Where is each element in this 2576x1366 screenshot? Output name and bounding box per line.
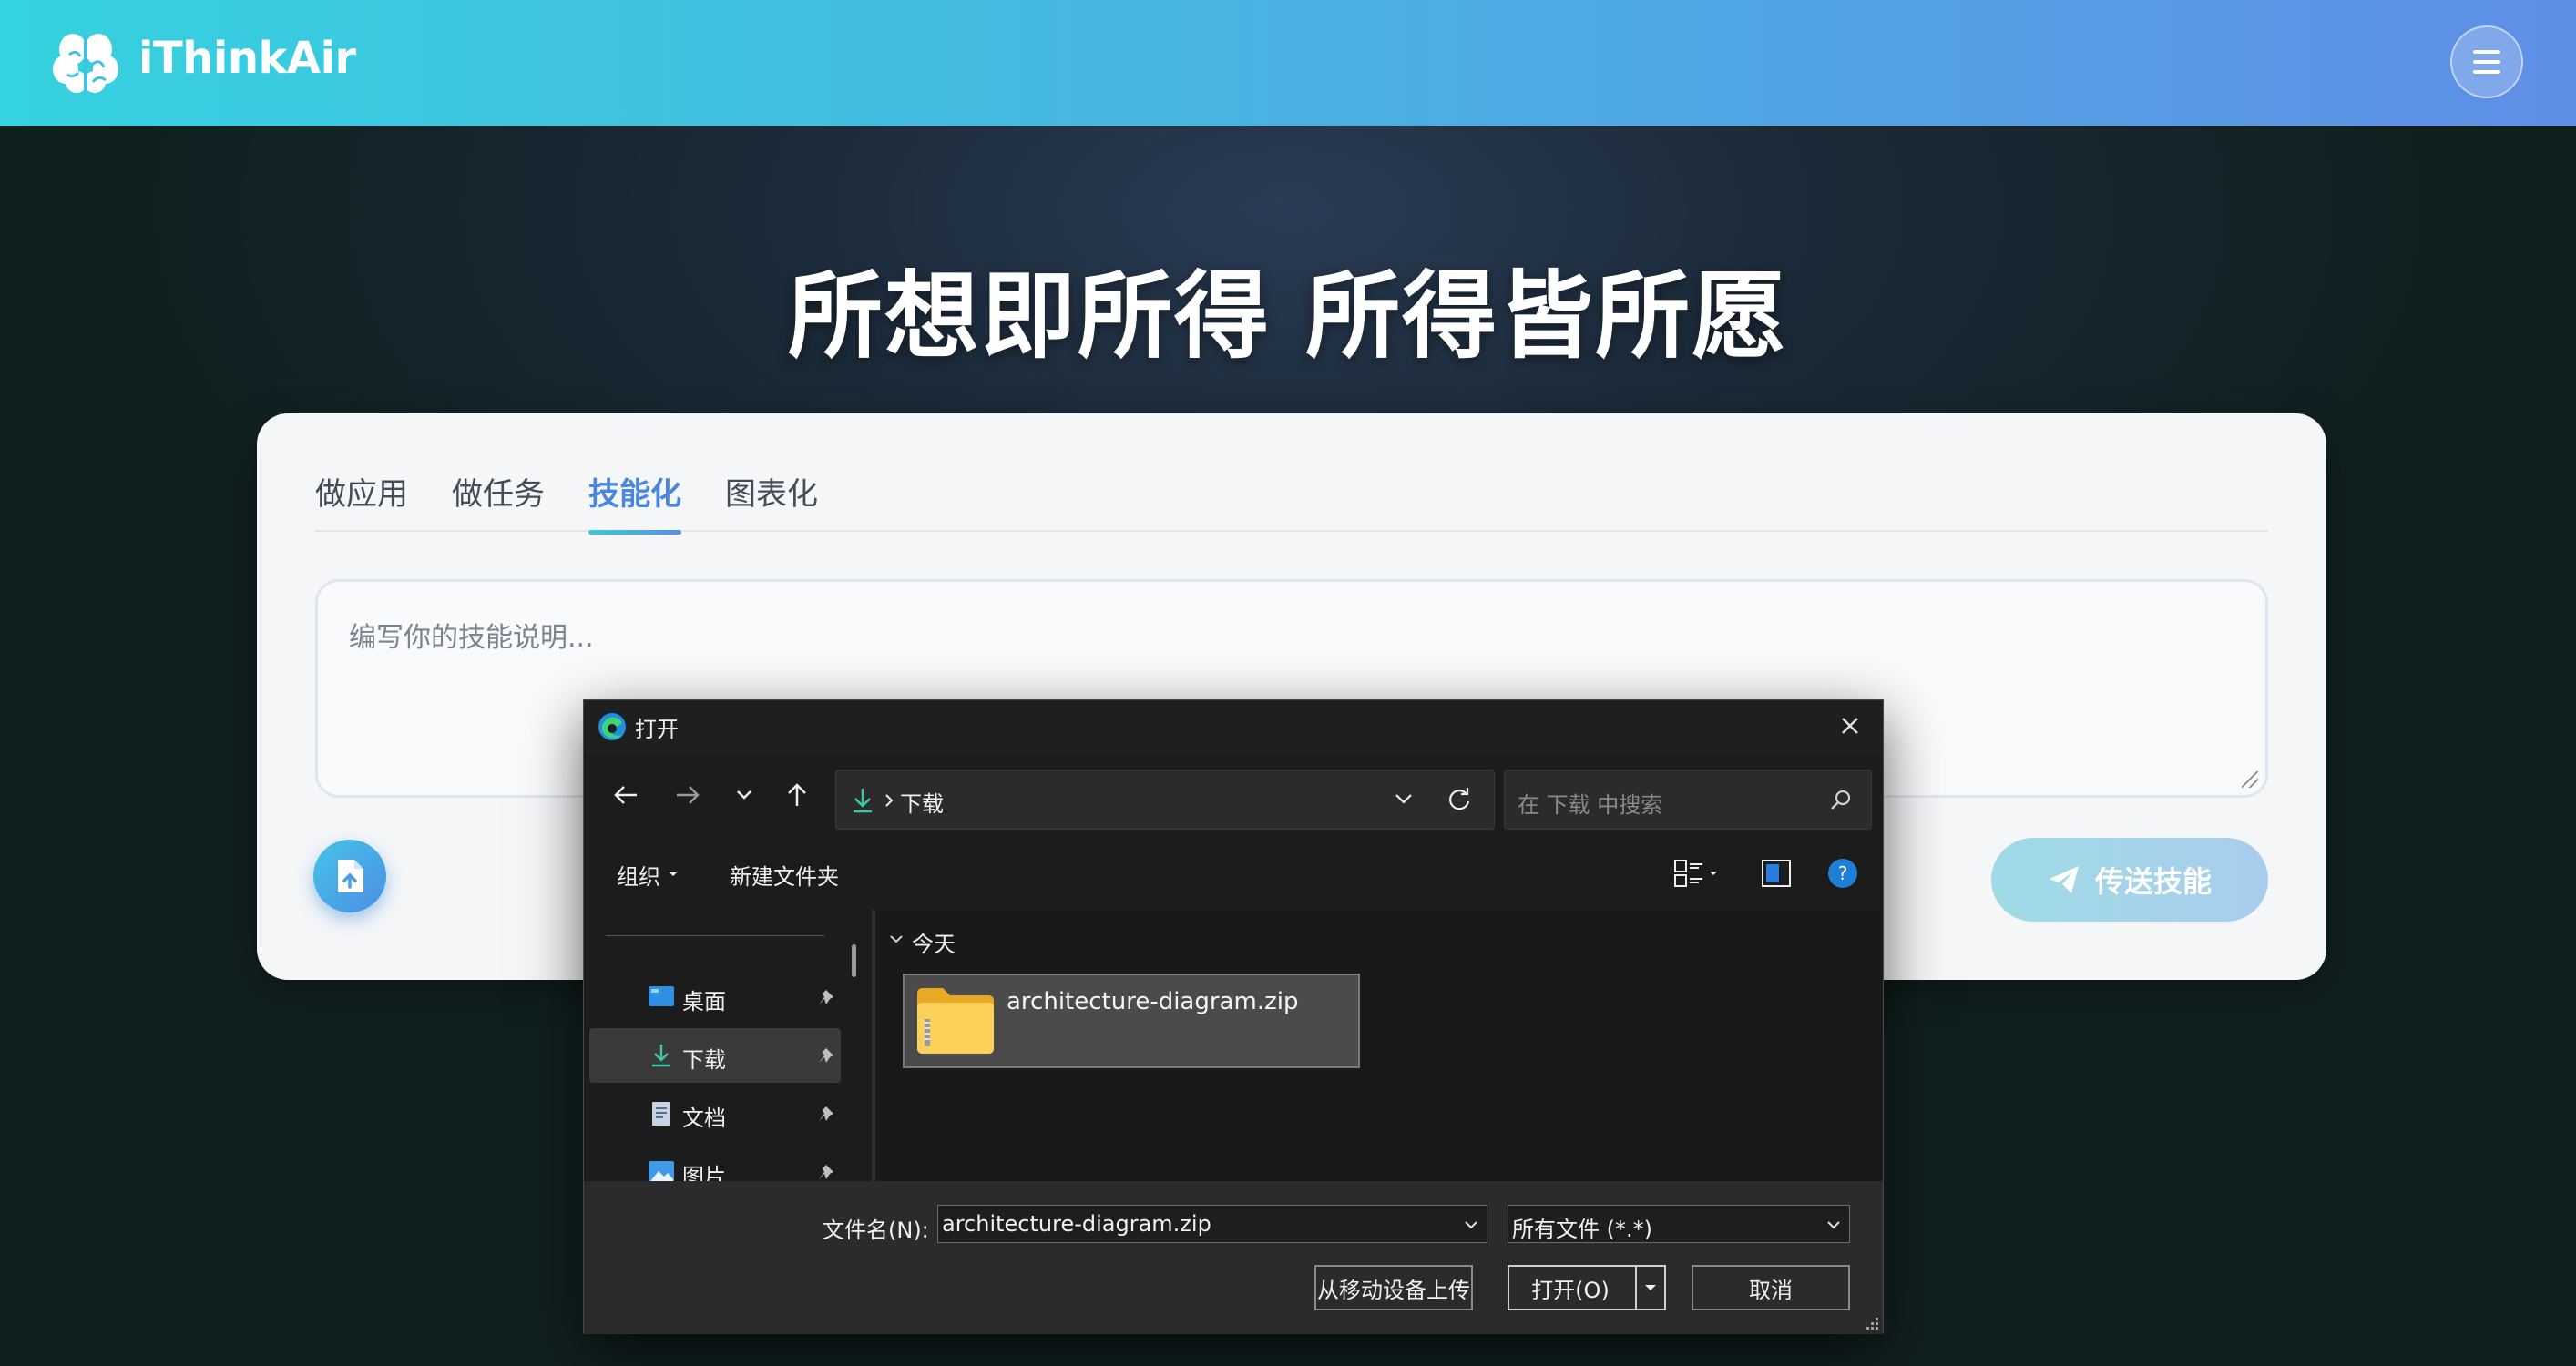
brand-name[interactable]: iThinkAir	[138, 33, 356, 84]
upload-file-button[interactable]	[313, 840, 386, 912]
file-upload-icon	[338, 860, 363, 892]
filename-label: 文件名(N):	[823, 1218, 929, 1243]
search-icon[interactable]	[1829, 789, 1853, 812]
dialog-title-bar[interactable]: 打开	[584, 700, 1883, 753]
document-icon	[652, 1102, 670, 1126]
svg-text:?: ?	[1838, 862, 1848, 884]
cancel-button[interactable]: 取消	[1692, 1265, 1850, 1310]
send-skill-button[interactable]: 传送技能	[1991, 838, 2268, 922]
filetype-select[interactable]: 所有文件 (*.*)	[1508, 1205, 1850, 1243]
edge-browser-icon	[598, 713, 626, 740]
tab-chartify[interactable]: 图表化	[725, 474, 818, 532]
dialog-footer: 文件名(N): architecture-diagram.zip 所有文件 (*…	[584, 1181, 1883, 1334]
organize-dropdown-icon[interactable]	[668, 870, 679, 879]
upload-from-mobile-button[interactable]: 从移动设备上传	[1314, 1265, 1473, 1310]
filename-input[interactable]: architecture-diagram.zip	[937, 1205, 1487, 1243]
help-icon[interactable]: ?	[1826, 857, 1859, 890]
address-bar[interactable]: 下载	[835, 770, 1495, 830]
sidebar-item-downloads[interactable]: 下载	[589, 1028, 841, 1083]
tab-do-task[interactable]: 做任务	[452, 474, 545, 532]
skill-description-placeholder: 编写你的技能说明...	[349, 622, 594, 654]
preview-pane-icon[interactable]	[1761, 859, 1792, 888]
tab-skillify[interactable]: 技能化	[588, 474, 681, 535]
group-header-today[interactable]: 今天	[912, 926, 956, 958]
download-icon	[652, 1045, 670, 1067]
file-open-dialog: 打开 下载 在 下载 中搜索 组织 新建文件夹 ? 桌面 下载 文档 图片 今天…	[583, 699, 1884, 1334]
zip-folder-icon	[917, 988, 994, 1054]
search-placeholder: 在 下载 中搜索	[1518, 792, 1663, 818]
breadcrumb-chevron-icon	[885, 794, 894, 807]
brain-icon[interactable]	[51, 27, 120, 97]
organize-menu-button[interactable]: 组织	[617, 859, 660, 891]
open-button[interactable]: 打开(O)	[1508, 1265, 1666, 1310]
top-bar: iThinkAir	[0, 0, 2576, 126]
navigation-scrollbar[interactable]	[852, 944, 856, 977]
address-current-folder[interactable]: 下载	[900, 786, 944, 818]
search-box[interactable]: 在 下载 中搜索	[1504, 770, 1872, 830]
address-dropdown-chevron-icon[interactable]	[1394, 792, 1414, 807]
forward-arrow-icon[interactable]	[670, 775, 706, 815]
sidebar-item-label: 下载	[682, 1047, 726, 1073]
desktop-icon	[649, 986, 674, 1006]
pin-icon[interactable]	[817, 1163, 835, 1181]
back-arrow-icon[interactable]	[608, 775, 644, 815]
hamburger-menu-icon[interactable]	[2450, 25, 2523, 98]
dialog-title: 打开	[635, 717, 679, 742]
recent-locations-chevron-icon[interactable]	[726, 775, 762, 815]
sidebar-item-label: 桌面	[682, 989, 726, 1014]
open-dropdown-arrow-icon[interactable]	[1635, 1267, 1664, 1309]
filename-dropdown-chevron-icon[interactable]	[1463, 1217, 1479, 1233]
sidebar-item-label: 文档	[682, 1106, 726, 1131]
filetype-dropdown-chevron-icon[interactable]	[1825, 1217, 1842, 1233]
navigation-pane: 桌面 下载 文档 图片	[584, 910, 875, 1189]
hero-title: 所想即所得 所得皆所愿	[787, 260, 1789, 372]
resize-grip-icon[interactable]	[2242, 771, 2258, 788]
command-bar: 组织 新建文件夹 ?	[584, 837, 1883, 910]
up-arrow-icon[interactable]	[779, 775, 815, 815]
filetype-value: 所有文件 (*.*)	[1512, 1217, 1652, 1242]
resize-grip-icon[interactable]	[1865, 1316, 1879, 1330]
pin-icon[interactable]	[817, 988, 835, 1006]
send-skill-label: 传送技能	[2094, 864, 2212, 899]
file-item[interactable]: architecture-diagram.zip	[903, 974, 1360, 1068]
pin-icon[interactable]	[817, 1046, 835, 1065]
paper-plane-icon	[2049, 866, 2079, 893]
filename-value: architecture-diagram.zip	[942, 1211, 1211, 1237]
file-name: architecture-diagram.zip	[1007, 988, 1299, 1015]
navigation-row: 下载 在 下载 中搜索	[584, 753, 1883, 837]
sidebar-item-documents[interactable]: 文档	[589, 1086, 841, 1141]
group-collapse-chevron-icon[interactable]	[888, 933, 905, 946]
pin-icon[interactable]	[817, 1105, 835, 1123]
tab-make-app[interactable]: 做应用	[315, 474, 408, 532]
open-button-label: 打开(O)	[1531, 1277, 1610, 1303]
view-options-icon[interactable]	[1673, 859, 1719, 888]
file-list-pane: 今天 architecture-diagram.zip	[875, 910, 1883, 1181]
tab-bar: 做应用 做任务 技能化 图表化	[315, 474, 2268, 535]
navigation-separator	[606, 935, 824, 936]
refresh-icon[interactable]	[1446, 787, 1472, 812]
close-icon[interactable]	[1834, 709, 1866, 742]
sidebar-item-desktop[interactable]: 桌面	[589, 970, 841, 1024]
new-folder-button[interactable]: 新建文件夹	[730, 859, 839, 891]
download-icon	[854, 789, 872, 813]
